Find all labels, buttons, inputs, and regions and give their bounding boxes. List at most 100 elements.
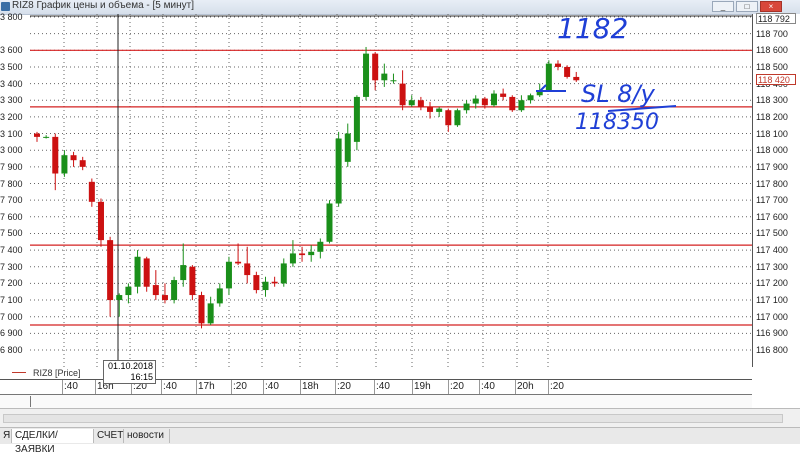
candle-body (408, 100, 415, 106)
left-price-tick: 3 200 (0, 111, 23, 122)
price-tick: 116 900 (756, 328, 788, 339)
candle (335, 131, 342, 207)
candle-body (427, 106, 434, 112)
left-price-tick: 3 000 (0, 145, 23, 156)
left-price-tick: 7 300 (0, 261, 23, 272)
left-price-tick: 7 700 (0, 195, 23, 206)
time-tick: 17h (198, 381, 215, 392)
tab-partial[interactable]: Я (0, 429, 12, 443)
bottom-tabs: Я СДЕЛКИ/ЗАЯВКИ СЧЕТ новости (0, 427, 800, 455)
tab-deals-orders[interactable]: СДЕЛКИ/ЗАЯВКИ (12, 429, 94, 455)
candle (43, 135, 50, 139)
candle-body (463, 103, 470, 111)
minimize-button[interactable]: _ (712, 1, 734, 12)
left-price-tick: 6 900 (0, 328, 23, 339)
time-separator (263, 380, 264, 394)
time-separator (95, 380, 96, 394)
tab-account[interactable]: СЧЕТ (94, 429, 124, 443)
left-price-tick: 7 400 (0, 245, 23, 256)
left-price-tick: 7 500 (0, 228, 23, 239)
candle (70, 151, 77, 167)
price-tick: 118 200 (756, 111, 788, 122)
candle-body (107, 240, 114, 301)
candle-body (70, 155, 77, 161)
candle (52, 133, 59, 191)
candle-body (417, 100, 424, 107)
candle-body (299, 253, 306, 256)
candle (262, 276, 269, 297)
candle (353, 95, 360, 151)
candle-body (280, 263, 287, 284)
time-separator (335, 380, 336, 394)
time-tick: :40 (481, 381, 495, 392)
candle-body (289, 253, 296, 264)
scrollbar-track[interactable] (3, 414, 783, 423)
candle (225, 256, 232, 296)
candle-body (326, 203, 333, 242)
time-separator (515, 380, 516, 394)
candle-body (34, 133, 40, 137)
candle-body (79, 160, 86, 167)
candle-body (235, 261, 242, 264)
candle (491, 90, 497, 107)
candle (509, 95, 516, 112)
legend-line (12, 372, 26, 373)
candle (500, 88, 507, 101)
annotation-stop-price: 118350 (575, 110, 659, 135)
candle-body (481, 98, 488, 106)
candle (107, 236, 114, 317)
candle (253, 271, 260, 294)
candle-body (445, 110, 452, 126)
close-button[interactable]: × (760, 1, 782, 12)
title-bar[interactable]: RIZ8 График цены и объема - [5 минут] _ … (0, 0, 800, 15)
candle-body (317, 241, 324, 252)
tab-news[interactable]: новости (124, 429, 170, 443)
time-separator (231, 380, 232, 394)
candle-body (372, 53, 379, 81)
maximize-button[interactable]: □ (736, 1, 758, 12)
candle-body (554, 63, 561, 67)
chart-grid (30, 14, 752, 367)
left-price-tick: 7 900 (0, 161, 23, 172)
time-tick: :20 (450, 381, 464, 392)
price-tick: 117 300 (756, 261, 788, 272)
candle-body (244, 263, 251, 276)
candle-body (344, 133, 351, 162)
price-tick: 117 000 (756, 311, 788, 322)
candle (454, 108, 461, 127)
candle-body (500, 93, 507, 97)
time-separator (374, 380, 375, 394)
candle-body (491, 93, 497, 106)
candle (518, 95, 525, 112)
price-tick: 118 100 (756, 128, 788, 139)
candle-body (509, 96, 516, 111)
candle (216, 283, 223, 307)
legend-label: RIZ8 [Price] (33, 368, 81, 378)
candle (171, 276, 178, 304)
price-tick: 118 500 (756, 61, 788, 72)
candle-body (180, 265, 187, 281)
navigator-range[interactable] (30, 396, 749, 407)
time-separator (161, 380, 162, 394)
candle-body (97, 201, 104, 241)
price-tick: 117 200 (756, 278, 788, 289)
candle (417, 96, 424, 111)
time-separator (412, 380, 413, 394)
right-price-axis[interactable]: 118 800118 700118 600118 500118 400118 3… (752, 12, 800, 367)
time-separator (196, 380, 197, 394)
candle (390, 73, 397, 84)
time-tick: 20h (517, 381, 534, 392)
horizontal-scrollbar[interactable] (0, 408, 800, 427)
candle (116, 293, 123, 317)
candle-body (335, 138, 342, 204)
candle-body (52, 136, 59, 174)
price-chart[interactable] (0, 14, 752, 367)
time-tick: :20 (337, 381, 351, 392)
price-tick: 117 600 (756, 211, 788, 222)
price-tick: 118 000 (756, 145, 788, 156)
candle (564, 65, 571, 79)
time-tick: 18h (302, 381, 319, 392)
candle (344, 123, 351, 167)
candle (427, 101, 434, 119)
time-separator (479, 380, 480, 394)
